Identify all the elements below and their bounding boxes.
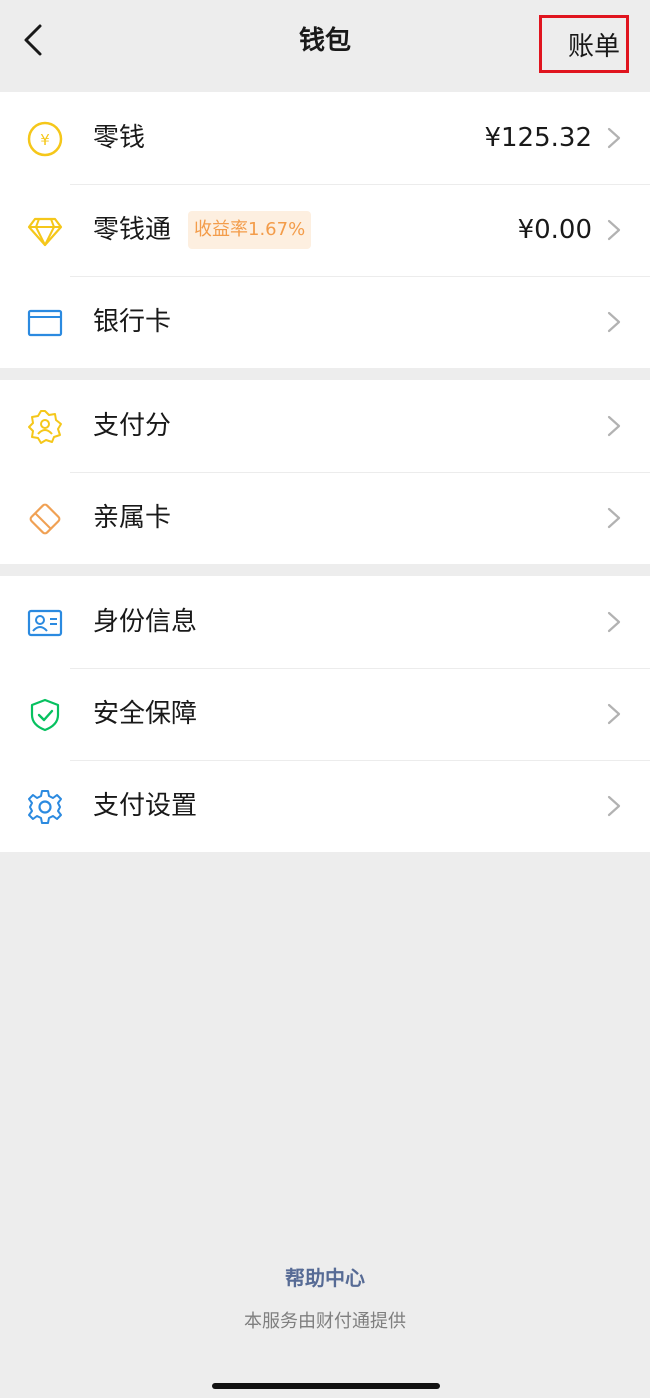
svg-text:¥: ¥ — [40, 131, 50, 149]
chevron-right-icon — [607, 311, 621, 333]
shield-check-icon — [26, 696, 64, 734]
change-balance: ¥125.32 — [484, 123, 592, 153]
wallet-group-services: 支付分 亲属卡 — [0, 380, 650, 564]
lingqiantong-balance: ¥0.00 — [517, 215, 592, 245]
diamond-icon — [26, 212, 64, 250]
provider-note: 本服务由财付通提供 — [244, 1311, 406, 1332]
home-indicator[interactable] — [212, 1383, 440, 1389]
row-identity-info[interactable]: 身份信息 — [0, 576, 650, 668]
chevron-right-icon — [607, 611, 621, 633]
row-label: 身份信息 — [93, 607, 198, 637]
family-card-icon — [26, 500, 64, 538]
chevron-right-icon — [607, 127, 621, 149]
bill-button[interactable]: 账单 — [539, 15, 629, 73]
row-label: 支付设置 — [93, 791, 198, 821]
chevron-right-icon — [607, 507, 621, 529]
row-label: 零钱通 — [93, 215, 172, 245]
chevron-right-icon — [607, 219, 621, 241]
pay-score-badge-icon — [26, 408, 64, 446]
row-bank-card[interactable]: 银行卡 — [0, 276, 650, 368]
row-pay-score[interactable]: 支付分 — [0, 380, 650, 472]
gear-icon — [26, 788, 64, 826]
row-payment-settings[interactable]: 支付设置 — [0, 760, 650, 852]
yield-rate-badge: 收益率1.67% — [188, 211, 312, 249]
wallet-group-settings: 身份信息 安全保障 支付设置 — [0, 576, 650, 852]
bank-card-icon — [26, 304, 64, 342]
help-center-link[interactable]: 帮助中心 — [0, 1262, 650, 1291]
wallet-group-funds: ¥ 零钱 ¥125.32 零钱通 收益率1.67% ¥0.00 银行卡 — [0, 92, 650, 368]
row-change[interactable]: ¥ 零钱 ¥125.32 — [0, 92, 650, 184]
yuan-coin-icon: ¥ — [26, 120, 64, 158]
row-label: 安全保障 — [93, 699, 198, 729]
chevron-right-icon — [607, 795, 621, 817]
row-security[interactable]: 安全保障 — [0, 668, 650, 760]
chevron-right-icon — [607, 415, 621, 437]
row-label: 银行卡 — [93, 307, 172, 337]
navbar: 钱包 账单 — [0, 0, 650, 92]
id-card-icon — [26, 604, 64, 642]
row-label: 零钱 — [93, 123, 146, 153]
row-family-card[interactable]: 亲属卡 — [0, 472, 650, 564]
row-lingqiantong[interactable]: 零钱通 收益率1.67% ¥0.00 — [0, 184, 650, 276]
chevron-right-icon — [607, 703, 621, 725]
row-label: 亲属卡 — [93, 503, 172, 533]
row-label: 支付分 — [93, 411, 172, 441]
